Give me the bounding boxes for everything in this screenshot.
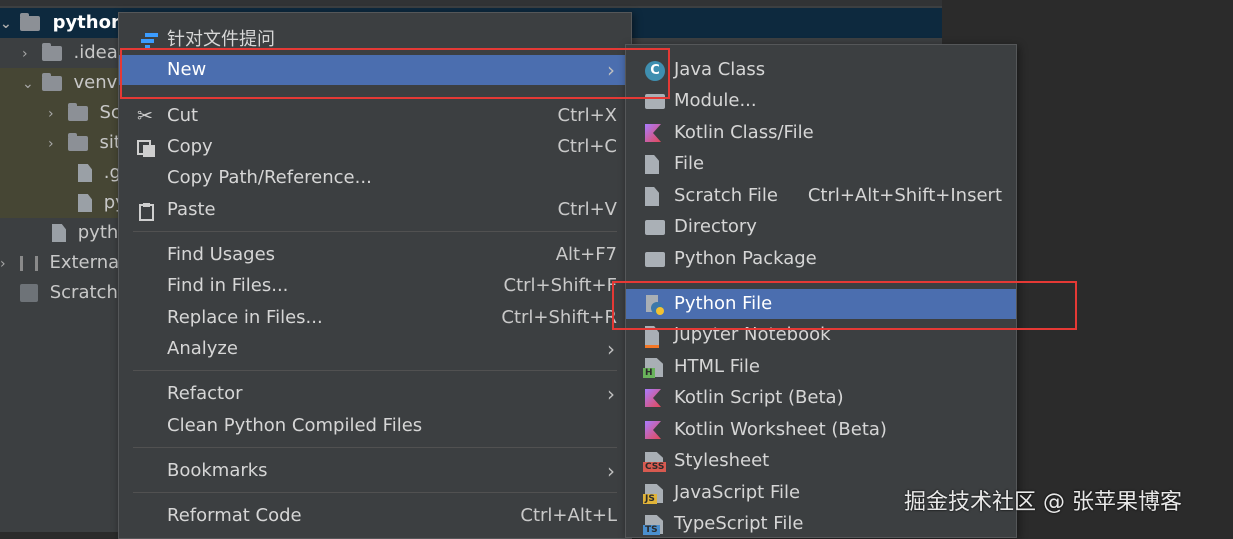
chevron-right-icon: › <box>607 459 615 483</box>
tree-item-scripts[interactable]: › Sc <box>48 98 121 128</box>
ignored-file-icon <box>78 164 92 182</box>
folder-icon <box>67 102 88 121</box>
chevron-down-icon[interactable]: ⌄ <box>22 69 36 99</box>
python-package-icon <box>645 252 665 267</box>
scratches-icon <box>20 284 38 302</box>
menu-item-replace-in-files[interactable]: Replace in Files... Ctrl+Shift+R <box>119 303 631 333</box>
tree-item-project-root[interactable]: ⌄ python- <box>0 8 131 38</box>
scratch-file-icon <box>645 187 659 206</box>
menu-separator <box>133 231 617 232</box>
library-icon <box>19 255 38 271</box>
menu-item-copy-path[interactable]: Copy Path/Reference... <box>119 163 631 193</box>
submenu-item-scratch-file[interactable]: Scratch File Ctrl+Alt+Shift+Insert <box>626 181 1016 211</box>
ai-assistant-icon <box>137 30 159 49</box>
python-folder-icon <box>20 12 41 31</box>
submenu-item-kotlin-worksheet[interactable]: Kotlin Worksheet (Beta) <box>626 415 1016 445</box>
chevron-right-icon: › <box>607 337 615 361</box>
js-file-icon: JS <box>643 484 663 504</box>
menu-item-refactor[interactable]: Refactor › <box>119 379 631 409</box>
tree-item-venv[interactable]: ⌄ venv <box>22 68 117 98</box>
menu-item-find-in-files[interactable]: Find in Files... Ctrl+Shift+F <box>119 271 631 301</box>
chevron-right-icon[interactable]: › <box>0 249 14 279</box>
annotation-box-python-file <box>612 281 1077 330</box>
file-icon <box>52 224 66 242</box>
folder-icon <box>41 72 62 91</box>
tree-item-idea[interactable]: › .idea <box>22 38 118 68</box>
tree-item-scratches[interactable]: Scratche <box>20 278 129 308</box>
menu-separator <box>133 492 617 493</box>
kotlin-icon <box>645 124 661 142</box>
tree-item-external-libraries[interactable]: › External <box>0 248 124 278</box>
copy-icon <box>137 138 157 157</box>
watermark: 掘金技术社区 @ 张苹果博客 <box>904 490 1182 515</box>
annotation-box-new <box>120 48 670 99</box>
submenu-item-module[interactable]: Module... <box>626 86 1016 116</box>
submenu-item-python-package[interactable]: Python Package <box>626 244 1016 274</box>
folder-icon <box>67 132 88 151</box>
submenu-item-html-file[interactable]: H HTML File <box>626 352 1016 382</box>
submenu-item-java-class[interactable]: C Java Class <box>626 55 1016 85</box>
scissors-icon: ✂ <box>137 105 153 127</box>
menu-separator <box>133 370 617 371</box>
file-icon <box>645 155 659 174</box>
submenu-item-directory[interactable]: Directory <box>626 212 1016 242</box>
menu-item-clean-python[interactable]: Clean Python Compiled Files <box>119 411 631 441</box>
menu-item-cut[interactable]: ✂ Cut Ctrl+X <box>119 101 631 131</box>
chevron-down-icon[interactable]: ⌄ <box>0 9 14 39</box>
menu-item-paste[interactable]: Paste Ctrl+V <box>119 195 631 225</box>
submenu-item-kotlin-script[interactable]: Kotlin Script (Beta) <box>626 383 1016 413</box>
panel-top-strip <box>0 0 942 6</box>
tree-item-site-packages[interactable]: › sit <box>48 128 121 158</box>
kotlin-icon <box>645 389 661 407</box>
chevron-right-icon: › <box>607 382 615 406</box>
menu-item-reformat[interactable]: Reformat Code Ctrl+Alt+L <box>119 501 631 531</box>
menu-separator <box>133 447 617 448</box>
submenu-item-stylesheet[interactable]: CSS Stylesheet <box>626 446 1016 476</box>
chevron-right-icon[interactable]: › <box>22 39 36 69</box>
ts-file-icon: TS <box>643 515 663 535</box>
folder-icon <box>645 220 665 235</box>
submenu-item-kotlin-class[interactable]: Kotlin Class/File <box>626 118 1016 148</box>
menu-item-bookmarks[interactable]: Bookmarks › <box>119 456 631 486</box>
menu-item-find-usages[interactable]: Find Usages Alt+F7 <box>119 240 631 270</box>
tree-item-gitignore[interactable]: .g <box>78 158 121 188</box>
html-file-icon: H <box>643 358 663 378</box>
kotlin-icon <box>645 421 661 439</box>
menu-item-analyze[interactable]: Analyze › <box>119 334 631 364</box>
submenu-item-file[interactable]: File <box>626 149 1016 179</box>
file-icon <box>78 194 92 212</box>
chevron-right-icon[interactable]: › <box>48 129 62 159</box>
css-file-icon: CSS <box>643 452 667 472</box>
menu-item-copy[interactable]: Copy Ctrl+C <box>119 132 631 162</box>
folder-icon <box>41 42 62 61</box>
clipboard-icon <box>137 201 157 221</box>
chevron-right-icon[interactable]: › <box>48 99 62 129</box>
